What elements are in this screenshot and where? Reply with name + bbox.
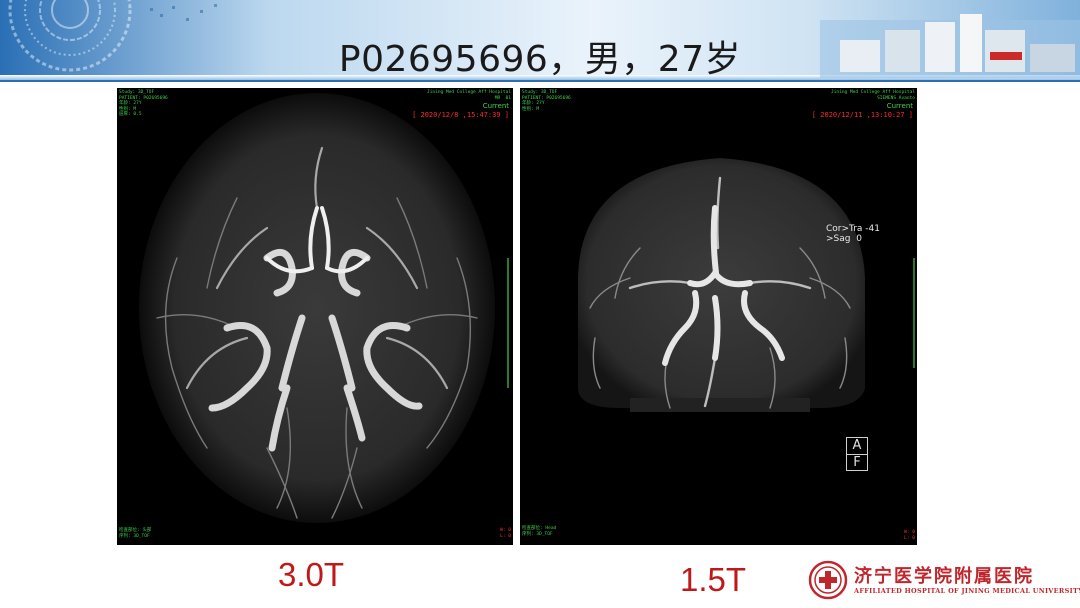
hospital-emblem-icon: [808, 560, 848, 600]
overlay-bottom-left-3t: 检查部位: 头部 序列: 3D_TOF: [119, 528, 152, 539]
overlay-top-right-3t: Jining Med College Aff Hospital MR 01: [427, 90, 511, 101]
overlay-bottom-right-1-5t: W: 0 L: 0: [904, 530, 915, 541]
mra-rendering-1-5t: [578, 158, 915, 412]
mra-image-3t: Study: 3D_TOF PATIENT: P02695696 年龄: 27Y…: [117, 88, 513, 545]
hospital-name-english: AFFILIATED HOSPITAL OF JINING MEDICAL UN…: [854, 587, 1080, 595]
status-current-1-5t: Current: [886, 102, 913, 110]
status-current-3t: Current: [482, 102, 509, 110]
mra-image-1-5t: Study: 3D_TOF PATIENT: P02695696 年龄: 27Y…: [520, 88, 917, 545]
mra-rendering-3t: [139, 93, 509, 523]
orientation-box-bottom: F: [847, 454, 867, 470]
hospital-name: 济宁医学院附属医院: [854, 566, 1034, 587]
orientation-box-top: A: [852, 438, 862, 453]
orientation-box: A F: [846, 437, 868, 471]
overlay-bottom-left-1-5t: 检查部位: Head 序列: 3D_TOF: [522, 526, 557, 537]
scan-date-3t: [ 2020/12/8 ,15:47:39 ]: [412, 111, 509, 119]
overlay-bottom-right-3t: W: 0 L: 0: [500, 528, 511, 539]
overlay-top-left-3t: Study: 3D_TOF PATIENT: P02695696 年龄: 27Y…: [119, 90, 168, 117]
overlay-top-left-1-5t: Study: 3D_TOF PATIENT: P02695696 年龄: 27Y…: [522, 90, 571, 112]
overlay-top-right-1-5t: Jining Med College Aff Hospital SIEMENS …: [831, 90, 915, 101]
field-label-1-5t: 1.5T: [680, 561, 747, 598]
scan-date-1-5t: [ 2020/12/11 ,13:10:27 ]: [811, 111, 913, 119]
field-label-3t: 3.0T: [278, 556, 345, 593]
slide-title: P02695696，男，27岁: [338, 39, 742, 80]
orientation-readout: Cor>Tra -41 >Sag 0: [826, 224, 880, 244]
hospital-logo: 济宁医学院附属医院 AFFILIATED HOSPITAL OF JINING …: [808, 560, 1080, 600]
